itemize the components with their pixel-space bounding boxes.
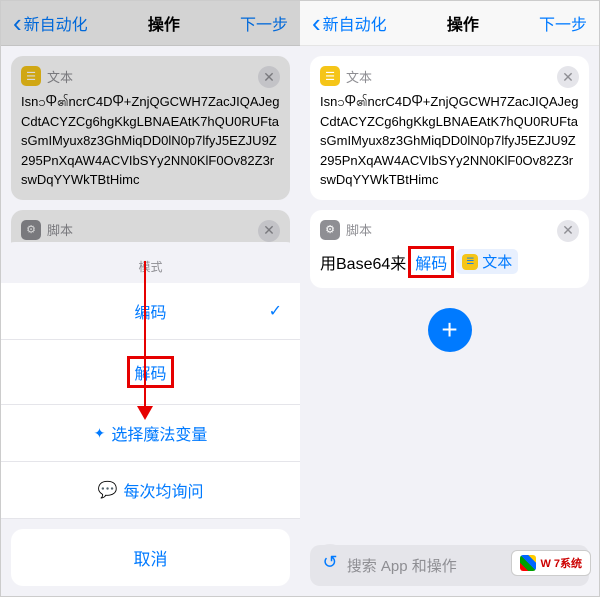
back-button[interactable]: 新自动化 [13,11,88,35]
add-action-button[interactable]: + [428,308,472,352]
script-prefix: 用Base64来 [320,250,406,274]
sheet-mode-label: 模式 [1,250,300,283]
close-icon[interactable]: ✕ [258,66,280,88]
comment-icon: 💬 [98,480,118,500]
script-card-label: 脚本 [346,220,372,239]
page-title: 操作 [447,11,479,35]
decode-highlight: 解码 [127,356,173,388]
sparkle-icon: ✦ [94,425,106,442]
annotation-arrow [144,261,146,411]
header: 新自动化 操作 下一步 [300,1,599,46]
watermark-logo: W 7系统 [511,550,591,576]
next-button[interactable]: 下一步 [240,11,288,35]
text-icon: ☰ [21,66,41,86]
text-card-label: 文本 [346,67,372,86]
header: 新自动化 操作 下一步 [1,1,300,46]
script-expression: 用Base64来 解码 ☰ 文本 [320,246,579,278]
script-icon: ⚙ [320,220,340,240]
sheet-option-decode[interactable]: 解码 [1,340,300,405]
back-button[interactable]: 新自动化 [312,11,387,35]
script-icon: ⚙ [21,220,41,240]
next-button[interactable]: 下一步 [539,11,587,35]
search-placeholder: 搜索 App 和操作 [347,555,457,576]
text-card-label: 文本 [47,67,73,86]
cancel-button[interactable]: 取消 [11,529,290,586]
sheet-option-ask-each[interactable]: 💬 每次均询问 [1,462,300,519]
decode-highlight: 解码 [408,246,454,278]
text-content: IsnၥႴ၏ncrC4DႴ+ZnjQGCWH7ZacJIQAJegCdtACYZ… [320,92,579,190]
undo-button[interactable]: ↺ [312,544,348,580]
page-title: 操作 [148,11,180,35]
text-variable-pill[interactable]: ☰ 文本 [456,249,518,274]
text-content: IsnၥႴ၏ncrC4DႴ+ZnjQGCWH7ZacJIQAJegCdtACYZ… [21,92,280,190]
text-icon-small: ☰ [462,254,478,270]
check-icon: ✓ [269,301,282,321]
close-icon[interactable]: ✕ [557,66,579,88]
text-icon: ☰ [320,66,340,86]
decode-token[interactable]: 解码 [415,256,447,273]
script-card-label: 脚本 [47,220,73,239]
script-card: ⚙ 脚本 ✕ 用Base64来 解码 ☰ 文本 [310,210,589,288]
close-icon[interactable]: ✕ [557,220,579,242]
logo-flag-icon [520,555,536,571]
text-card: ☰ 文本 ✕ IsnၥႴ၏ncrC4DႴ+ZnjQGCWH7ZacJIQAJeg… [11,56,290,200]
text-card: ☰ 文本 ✕ IsnၥႴ၏ncrC4DႴ+ZnjQGCWH7ZacJIQAJeg… [310,56,589,200]
close-icon[interactable]: ✕ [258,220,280,242]
annotation-arrowhead [137,406,153,420]
sheet-option-encode[interactable]: 编码 ✓ [1,283,300,340]
